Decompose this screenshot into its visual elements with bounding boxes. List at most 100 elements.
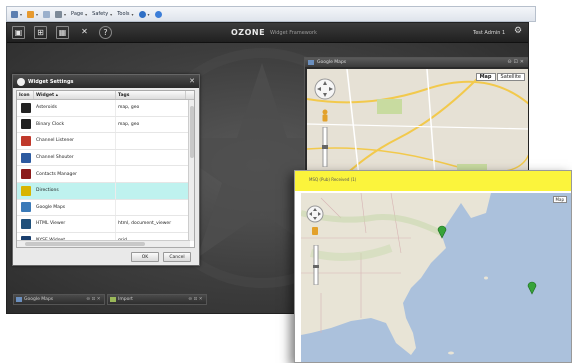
widget-icon (20, 169, 31, 180)
scroll-thumb[interactable] (25, 242, 145, 246)
column-header-icon[interactable]: Icon (17, 91, 34, 99)
widget-taskbar: Google Maps ⊖⊡✕ Import ⊖⊡✕ (13, 294, 213, 305)
satellite-button[interactable]: Satellite (496, 73, 525, 81)
extension-button[interactable] (154, 10, 162, 18)
dashboards-button[interactable]: ⊞ (34, 26, 47, 39)
tools-menu-label: Tools (117, 11, 130, 17)
taskbar-item[interactable]: Google Maps ⊖⊡✕ (13, 294, 105, 305)
widget-row-icon-cell (17, 169, 34, 180)
taskbar-item[interactable]: Import ⊖⊡✕ (107, 294, 207, 305)
dialog-title: Widget Settings (28, 78, 74, 85)
grid-button[interactable]: ▦ (56, 26, 69, 39)
green-map-marker-icon[interactable] (437, 225, 447, 239)
widget-row-name: Channel Shouter (34, 149, 116, 166)
mail-button[interactable] (43, 10, 51, 18)
print-button[interactable]: ▾ (55, 10, 66, 18)
widget-settings-header: Widget Settings (13, 75, 199, 88)
admin-tools-button[interactable]: ✕ (78, 26, 91, 39)
widget-row[interactable]: Contacts Manager (17, 166, 194, 183)
help-icon: ? (103, 28, 108, 37)
widget-row[interactable]: Asteroids map, geo (17, 100, 194, 117)
launch-menu-button[interactable]: ▣ (12, 26, 25, 39)
sort-ascending-icon: ▴ (55, 93, 58, 98)
widget-icon (20, 152, 31, 163)
mail-icon (43, 10, 51, 18)
scroll-thumb[interactable] (190, 106, 194, 158)
import-widget-icon (110, 297, 116, 302)
user-name[interactable]: Test Admin 1 (473, 30, 505, 36)
help-menu[interactable]: ▾ (138, 10, 150, 18)
map-button[interactable]: Map (475, 73, 496, 81)
grid-body: Asteroids map, geo Binary Clock map, geo Cha… (17, 100, 194, 247)
owf-brand: OZONE (231, 28, 266, 37)
horizontal-scrollbar[interactable] (17, 240, 190, 247)
window-controls[interactable]: ⊖⊡✕ (86, 295, 102, 305)
feeds-button[interactable]: ▾ (27, 10, 38, 18)
widget-row-name: Directions (34, 182, 116, 199)
widget-icon (20, 218, 31, 229)
google-maps-widget-icon (16, 297, 22, 302)
admin-tools-icon: ✕ (81, 27, 88, 36)
vertical-scrollbar[interactable] (188, 100, 194, 241)
widget-grid: Icon Widget ▴ Tags Asteroids map, geo Bina… (16, 90, 195, 248)
widget-row-name: Asteroids (34, 100, 116, 116)
zoom-slider[interactable] (322, 127, 328, 167)
page-menu[interactable]: Page ▾ (71, 11, 87, 17)
column-header-widget[interactable]: Widget ▴ (34, 91, 116, 99)
window-controls[interactable]: ⊖⊡✕ (188, 295, 204, 305)
chevron-down-icon: ▾ (110, 11, 113, 17)
widget-row-name: Channel Listener (34, 133, 116, 149)
safety-menu-label: Safety (92, 11, 109, 17)
widget-icon (20, 202, 31, 213)
pan-control[interactable] (313, 77, 337, 101)
zoomed-map-view[interactable]: Map (301, 193, 571, 362)
zoomed-map-window: MSQ (Pub) Received (1) Map (294, 170, 572, 363)
widget-icon (20, 135, 31, 146)
settings-gear-icon[interactable]: ⚙ (514, 27, 522, 36)
widget-row[interactable]: Google Maps (17, 199, 194, 217)
widget-settings-logo-icon (17, 77, 25, 86)
close-icon[interactable]: ✕ (189, 77, 195, 85)
widget-row[interactable]: Directions (17, 182, 194, 200)
column-header-tags[interactable]: Tags (116, 91, 186, 99)
grid-header: Icon Widget ▴ Tags (17, 91, 194, 100)
map-type-buttons: Map Satellite (475, 73, 525, 81)
widget-row-name: HTML Viewer (34, 216, 116, 232)
cancel-button[interactable]: Cancel (163, 252, 191, 262)
google-maps-widget-title: Google Maps (317, 60, 347, 65)
column-header-widget-label: Widget (36, 93, 55, 98)
chevron-down-icon: ▾ (147, 11, 150, 17)
home-button[interactable]: ▾ (11, 10, 22, 18)
ok-button[interactable]: OK (131, 252, 159, 262)
taskbar-item-label: Google Maps (24, 297, 54, 302)
widget-row-icon-cell (17, 119, 34, 130)
owf-top-bar: ▣ ⊞ ▦ ✕ ? OZONE Widget Framework Test Ad… (7, 23, 528, 43)
widget-settings-dialog: Widget Settings ✕ Icon Widget ▴ Tags Ast… (12, 74, 200, 266)
safety-menu[interactable]: Safety ▾ (92, 11, 112, 17)
green-map-marker-icon[interactable] (527, 281, 537, 295)
screenshot-composite: ▾ ▾ ▾ Page ▾ Safety ▾ Tools ▾ ▾ ▣ ⊞ ▦ ✕ ? O… (0, 0, 572, 363)
zoomed-map-controls[interactable] (304, 203, 334, 243)
widget-row[interactable]: Channel Listener (17, 133, 194, 150)
widget-row[interactable]: Channel Shouter (17, 149, 194, 167)
taskbar-item-label: Import (118, 297, 133, 302)
zoomed-map-zoom-slider[interactable] (311, 245, 321, 285)
tools-menu[interactable]: Tools ▾ (117, 11, 133, 17)
widget-row[interactable]: Binary Clock map, geo (17, 116, 194, 134)
help-icon (138, 10, 146, 18)
widget-row-name: Binary Clock (34, 116, 116, 133)
feed-icon (27, 10, 35, 18)
home-icon (11, 10, 18, 18)
widget-row[interactable]: HTML Viewer html, document_viewer (17, 216, 194, 233)
widget-row-icon-cell (17, 202, 34, 213)
zoomed-map-header: MSQ (Pub) Received (1) (295, 171, 571, 191)
widget-icon (20, 102, 31, 113)
help-button[interactable]: ? (99, 26, 112, 39)
widget-row-tags: html, document_viewer (118, 221, 172, 227)
chevron-down-icon: ▾ (131, 11, 134, 17)
pegman-icon[interactable] (320, 109, 330, 123)
zoomed-map-map-button[interactable]: Map (552, 196, 567, 203)
print-icon (55, 10, 63, 18)
extension-icon (154, 10, 162, 18)
window-controls[interactable]: ⊖⊡✕ (507, 58, 526, 67)
